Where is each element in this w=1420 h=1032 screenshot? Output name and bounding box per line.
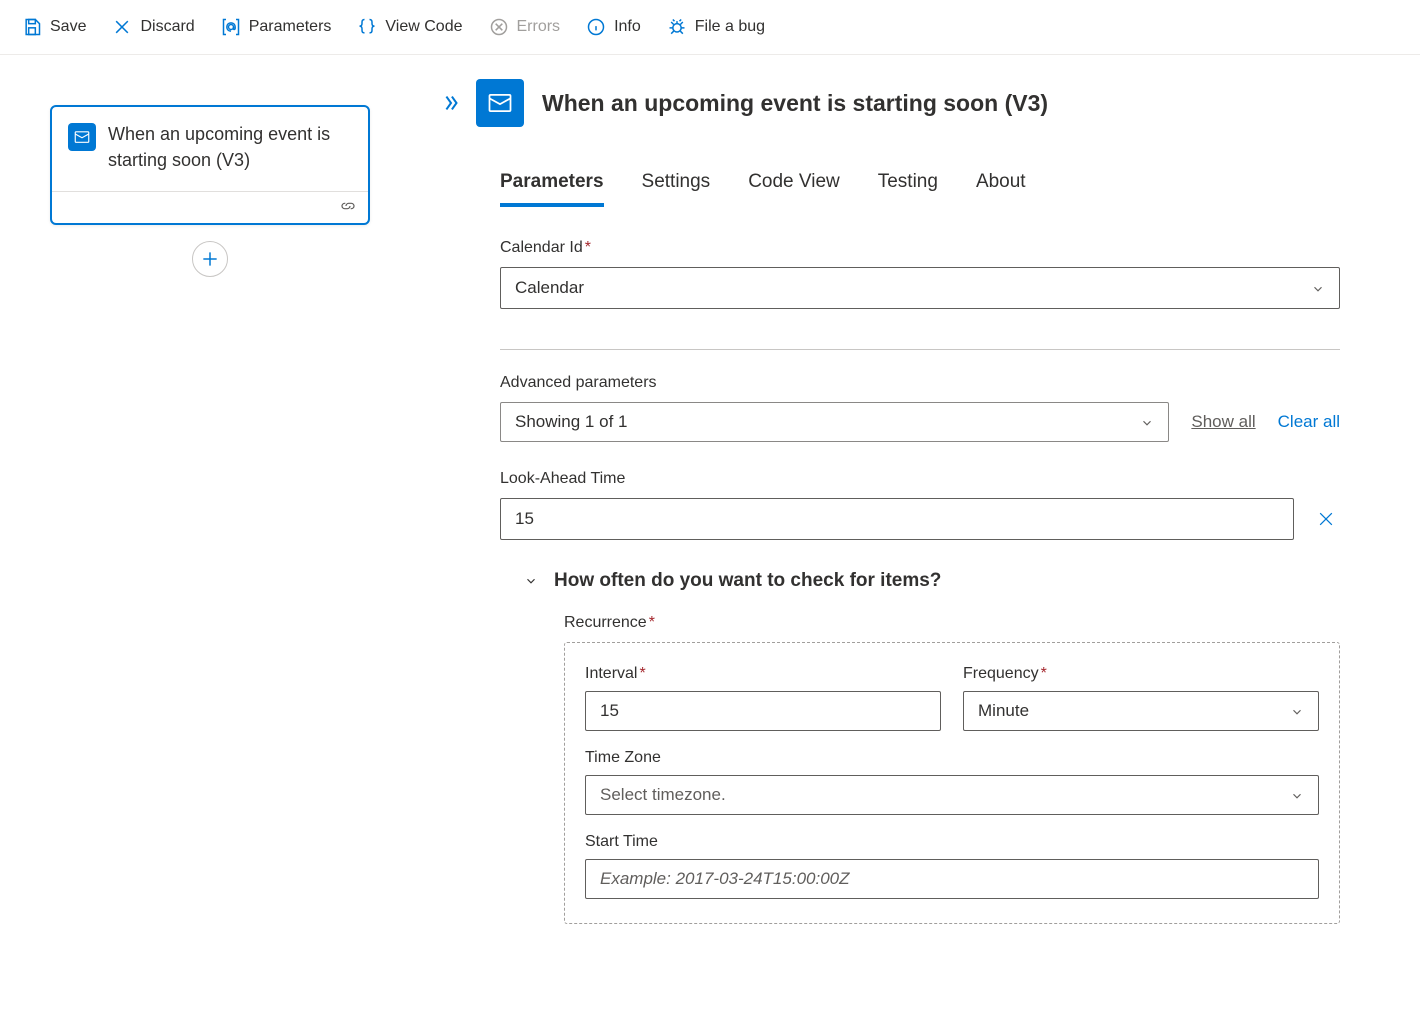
calendar-id-label: Calendar Id* bbox=[500, 239, 1340, 257]
lookahead-label: Look-Ahead Time bbox=[500, 470, 1340, 488]
parameters-button[interactable]: Parameters bbox=[209, 11, 344, 43]
remove-lookahead-button[interactable] bbox=[1312, 505, 1340, 533]
at-brackets-icon bbox=[221, 17, 241, 37]
view-code-label: View Code bbox=[385, 18, 462, 36]
info-label: Info bbox=[614, 18, 641, 36]
recurrence-title: How often do you want to check for items… bbox=[554, 570, 941, 592]
outlook-icon bbox=[68, 123, 96, 151]
tab-settings[interactable]: Settings bbox=[642, 171, 711, 207]
panel-title: When an upcoming event is starting soon … bbox=[542, 90, 1048, 117]
chevron-down-icon bbox=[1290, 788, 1304, 802]
info-button[interactable]: Info bbox=[574, 11, 653, 43]
recurrence-body: Recurrence* Interval* 15 bbox=[564, 614, 1340, 924]
chevron-down-icon bbox=[1311, 281, 1325, 295]
node-label: When an upcoming event is starting soon … bbox=[108, 121, 352, 173]
file-bug-button[interactable]: File a bug bbox=[655, 11, 777, 43]
errors-button: Errors bbox=[477, 11, 573, 43]
recurrence-toggle[interactable]: How often do you want to check for items… bbox=[524, 570, 1340, 592]
timezone-field: Time Zone Select timezone. bbox=[585, 749, 1319, 815]
tab-about[interactable]: About bbox=[976, 171, 1026, 207]
tab-parameters[interactable]: Parameters bbox=[500, 171, 604, 207]
save-label: Save bbox=[50, 18, 86, 36]
errors-label: Errors bbox=[517, 18, 561, 36]
bug-icon bbox=[667, 17, 687, 37]
discard-label: Discard bbox=[140, 18, 194, 36]
lookahead-field: Look-Ahead Time 15 bbox=[500, 470, 1340, 540]
frequency-select[interactable]: Minute bbox=[963, 691, 1319, 731]
recurrence-label: Recurrence* bbox=[564, 614, 1340, 632]
x-icon bbox=[112, 17, 132, 37]
frequency-label: Frequency* bbox=[963, 665, 1319, 683]
error-circle-icon bbox=[489, 17, 509, 37]
parameters-form: Calendar Id* Calendar Advanced parameter… bbox=[500, 239, 1420, 924]
frequency-field: Frequency* Minute bbox=[963, 665, 1319, 731]
info-icon bbox=[586, 17, 606, 37]
interval-label: Interval* bbox=[585, 665, 941, 683]
tab-testing[interactable]: Testing bbox=[878, 171, 938, 207]
discard-button[interactable]: Discard bbox=[100, 11, 206, 43]
floppy-icon bbox=[22, 17, 42, 37]
starttime-field: Start Time Example: 2017-03-24T15:00:00Z bbox=[585, 833, 1319, 899]
advanced-parameters-row: Showing 1 of 1 Show all Clear all bbox=[500, 402, 1340, 442]
details-panel: When an upcoming event is starting soon … bbox=[420, 55, 1420, 1032]
panel-header: When an upcoming event is starting soon … bbox=[440, 79, 1420, 127]
save-button[interactable]: Save bbox=[10, 11, 98, 43]
lookahead-row: 15 bbox=[500, 498, 1340, 540]
starttime-input[interactable]: Example: 2017-03-24T15:00:00Z bbox=[585, 859, 1319, 899]
interval-input[interactable]: 15 bbox=[585, 691, 941, 731]
main-layout: When an upcoming event is starting soon … bbox=[0, 55, 1420, 1032]
link-icon bbox=[340, 198, 356, 217]
show-all-link[interactable]: Show all bbox=[1191, 412, 1255, 432]
clear-all-link[interactable]: Clear all bbox=[1278, 412, 1340, 432]
file-bug-label: File a bug bbox=[695, 18, 765, 36]
trigger-node[interactable]: When an upcoming event is starting soon … bbox=[50, 105, 370, 225]
toolbar: Save Discard Parameters View Code Errors… bbox=[0, 0, 1420, 55]
node-footer bbox=[52, 191, 368, 223]
interval-field: Interval* 15 bbox=[585, 665, 941, 731]
advanced-parameters-select[interactable]: Showing 1 of 1 bbox=[500, 402, 1169, 442]
braces-icon bbox=[357, 17, 377, 37]
collapse-panel-button[interactable] bbox=[440, 92, 462, 114]
calendar-id-select[interactable]: Calendar bbox=[500, 267, 1340, 309]
add-step-wrap bbox=[40, 241, 380, 277]
node-body: When an upcoming event is starting soon … bbox=[52, 107, 368, 191]
calendar-id-value: Calendar bbox=[515, 278, 584, 298]
starttime-label: Start Time bbox=[585, 833, 1319, 851]
recurrence-box: Interval* 15 Frequency* bbox=[564, 642, 1340, 924]
recurrence-section: How often do you want to check for items… bbox=[500, 570, 1340, 924]
divider bbox=[500, 349, 1340, 350]
chevron-down-icon bbox=[1290, 704, 1304, 718]
lookahead-input[interactable]: 15 bbox=[500, 498, 1294, 540]
timezone-label: Time Zone bbox=[585, 749, 1319, 767]
panel-tabs: Parameters Settings Code View Testing Ab… bbox=[500, 171, 1420, 207]
tab-code-view[interactable]: Code View bbox=[748, 171, 840, 207]
timezone-select[interactable]: Select timezone. bbox=[585, 775, 1319, 815]
chevron-down-icon bbox=[524, 574, 538, 588]
parameters-label: Parameters bbox=[249, 18, 332, 36]
outlook-icon bbox=[476, 79, 524, 127]
view-code-button[interactable]: View Code bbox=[345, 11, 474, 43]
advanced-parameters-value: Showing 1 of 1 bbox=[515, 412, 627, 432]
advanced-parameters-label: Advanced parameters bbox=[500, 374, 1340, 392]
flow-canvas: When an upcoming event is starting soon … bbox=[0, 55, 420, 1032]
add-step-button[interactable] bbox=[192, 241, 228, 277]
chevron-down-icon bbox=[1140, 415, 1154, 429]
